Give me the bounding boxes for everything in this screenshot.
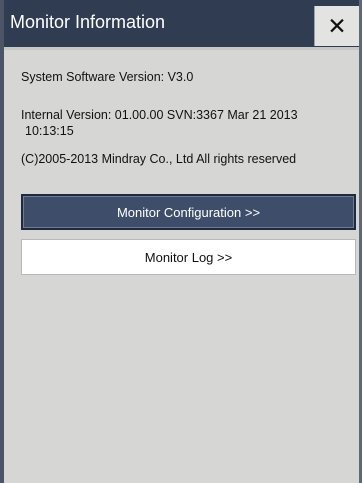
monitor-log-button[interactable]: Monitor Log >> xyxy=(21,239,356,275)
title-divider xyxy=(4,47,359,50)
close-button[interactable]: ✕ xyxy=(314,6,359,46)
internal-version: Internal Version: 01.00.00 SVN:3367 Mar … xyxy=(21,108,298,122)
copyright-text: (C)2005-2013 Mindray Co., Ltd All rights… xyxy=(21,152,297,166)
system-software-version: System Software Version: V3.0 xyxy=(21,70,194,84)
monitor-information-dialog: Monitor Information ✕ System Software Ve… xyxy=(0,0,362,483)
monitor-configuration-button[interactable]: Monitor Configuration >> xyxy=(21,194,356,230)
dialog-title-bar: Monitor Information ✕ xyxy=(4,0,359,47)
internal-version-time: 10:13:15 xyxy=(25,124,74,138)
close-icon: ✕ xyxy=(327,12,347,39)
dialog-title: Monitor Information xyxy=(10,12,166,32)
